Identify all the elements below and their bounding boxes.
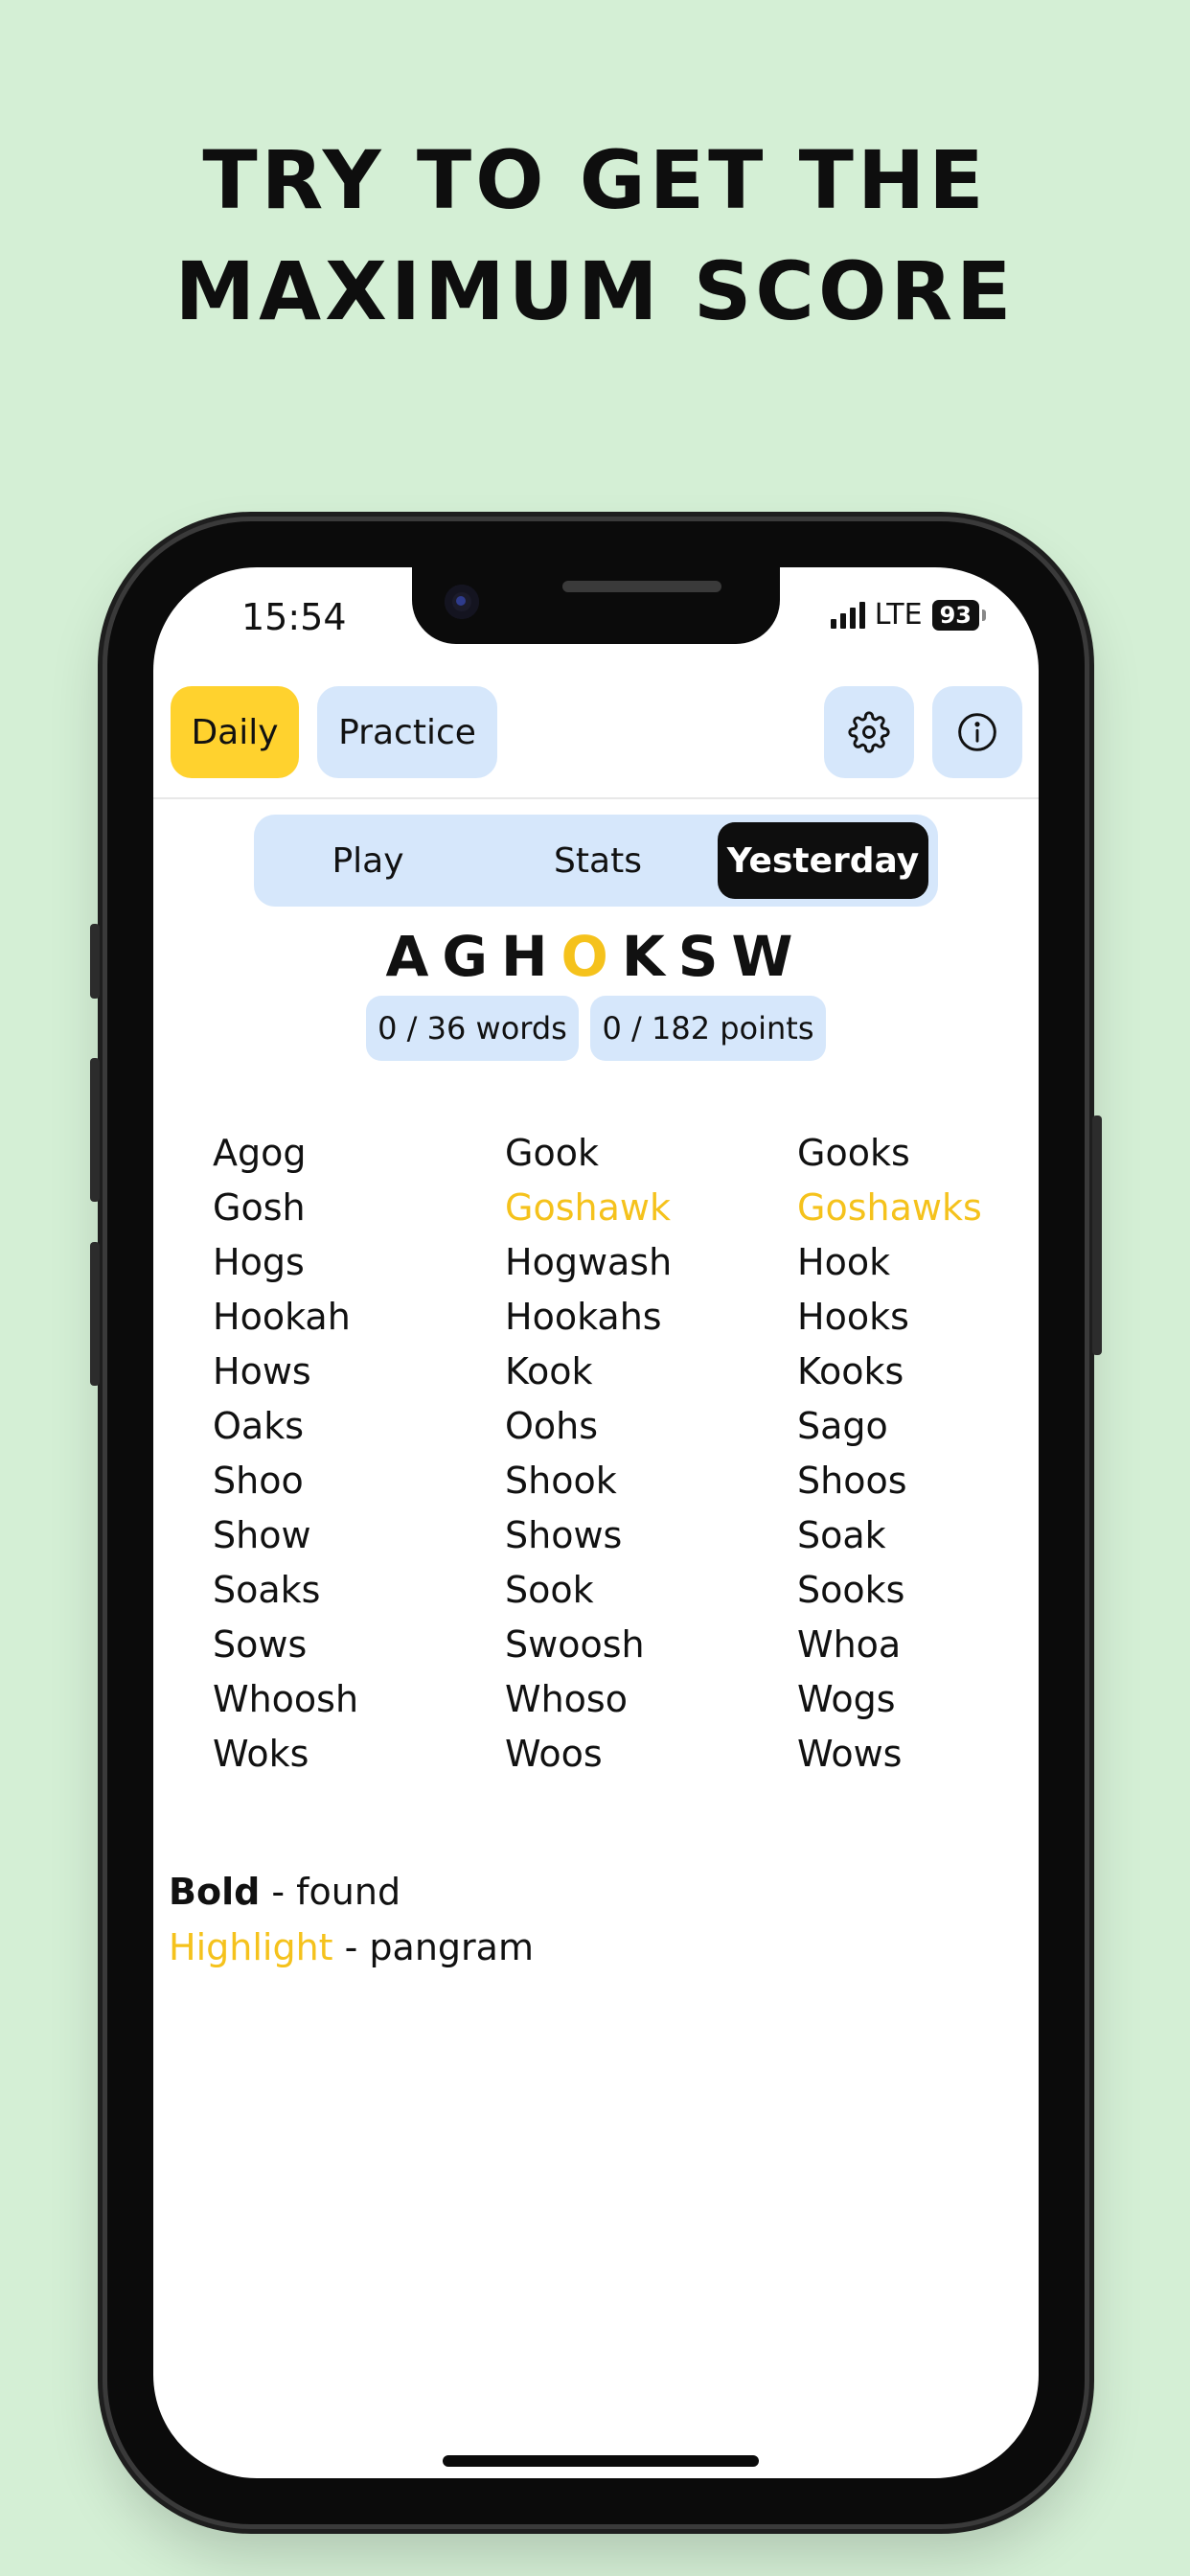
- word-item: Whoa: [797, 1623, 902, 1666]
- word-item: Oohs: [505, 1405, 599, 1447]
- word-item: Wows: [797, 1733, 903, 1775]
- camera-icon: [445, 585, 479, 619]
- header-divider: [153, 797, 1039, 799]
- word-item: Gooks: [797, 1132, 910, 1174]
- word-item: Gosh: [213, 1186, 306, 1229]
- word-item: Agog: [213, 1132, 307, 1174]
- gear-icon: [848, 711, 890, 753]
- word-list: Agog Gook Gooks Gosh Goshawk Goshawks Hogs Hogw…: [213, 1132, 998, 1787]
- notch: [412, 567, 780, 644]
- headline-line-2: MAXIMUM SCORE: [174, 244, 1016, 338]
- battery-icon: 93: [931, 599, 987, 631]
- signal-icon: [830, 601, 865, 629]
- tab-play[interactable]: Play: [263, 822, 472, 899]
- word-item: Goshawks: [797, 1186, 982, 1229]
- word-item: Goshawk: [505, 1186, 671, 1229]
- power-button: [1092, 1116, 1102, 1355]
- word-item: Hooks: [797, 1296, 909, 1338]
- speaker-grille: [562, 581, 721, 592]
- legend-highlight-desc: - pangram: [332, 1926, 534, 1968]
- status-indicators: LTE 93: [830, 598, 987, 632]
- network-label: LTE: [874, 598, 923, 632]
- word-item: Shoo: [213, 1460, 304, 1502]
- legend-highlight-term: Highlight: [169, 1926, 333, 1968]
- app-screen: 15:54 LTE 93 Daily Practice Play Stats Y…: [153, 567, 1039, 2478]
- status-time: 15:54: [241, 596, 347, 638]
- tab-yesterday[interactable]: Yesterday: [718, 822, 928, 899]
- headline-line-1: TRY TO GET THE: [202, 133, 988, 227]
- daily-tab-button[interactable]: Daily: [171, 686, 299, 778]
- word-item: Hookah: [213, 1296, 351, 1338]
- view-segmented-control: Play Stats Yesterday: [254, 815, 938, 907]
- volume-up-button: [90, 1058, 100, 1202]
- word-item: Shook: [505, 1460, 617, 1502]
- info-button[interactable]: [932, 686, 1022, 778]
- word-item: Shows: [505, 1514, 623, 1556]
- word-item: Kooks: [797, 1350, 904, 1392]
- legend-bold-term: Bold: [169, 1871, 261, 1913]
- word-item: Sook: [505, 1569, 594, 1611]
- word-item: Soak: [797, 1514, 886, 1556]
- phone-frame: 15:54 LTE 93 Daily Practice Play Stats Y…: [90, 521, 1102, 2524]
- word-item: Shoos: [797, 1460, 907, 1502]
- word-item: Woks: [213, 1733, 309, 1775]
- word-item: Whoosh: [213, 1678, 359, 1720]
- info-icon: [958, 713, 996, 751]
- word-item: Hogwash: [505, 1241, 673, 1283]
- letters-after-center: KSW: [621, 924, 807, 989]
- words-progress-badge: 0 / 36 words: [366, 996, 579, 1061]
- volume-down-button: [90, 1242, 100, 1386]
- word-item: Sago: [797, 1405, 888, 1447]
- silent-switch: [90, 924, 100, 999]
- word-item: Wogs: [797, 1678, 896, 1720]
- legend-pangram: Highlight - pangram: [169, 1926, 534, 1968]
- headline: TRY TO GET THE MAXIMUM SCORE: [0, 125, 1190, 347]
- tab-stats[interactable]: Stats: [493, 822, 702, 899]
- points-progress-badge: 0 / 182 points: [590, 996, 826, 1061]
- word-item: Swoosh: [505, 1623, 645, 1666]
- word-item: Kook: [505, 1350, 593, 1392]
- settings-button[interactable]: [824, 686, 914, 778]
- word-item: Hows: [213, 1350, 311, 1392]
- word-item: Sows: [213, 1623, 308, 1666]
- puzzle-letters: AGHOKSW: [153, 924, 1039, 989]
- word-item: Hookahs: [505, 1296, 662, 1338]
- word-item: Oaks: [213, 1405, 304, 1447]
- word-item: Whoso: [505, 1678, 628, 1720]
- word-item: Hook: [797, 1241, 891, 1283]
- word-item: Sooks: [797, 1569, 905, 1611]
- practice-tab-button[interactable]: Practice: [317, 686, 497, 778]
- letters-before-center: AGH: [385, 924, 561, 989]
- home-indicator: [443, 2455, 759, 2467]
- word-item: Hogs: [213, 1241, 305, 1283]
- word-item: Soaks: [213, 1569, 321, 1611]
- word-item: Gook: [505, 1132, 599, 1174]
- word-item: Woos: [505, 1733, 603, 1775]
- word-item: Show: [213, 1514, 311, 1556]
- legend-found: Bold - found: [169, 1871, 400, 1913]
- legend-bold-desc: - found: [260, 1871, 401, 1913]
- center-letter: O: [561, 924, 622, 989]
